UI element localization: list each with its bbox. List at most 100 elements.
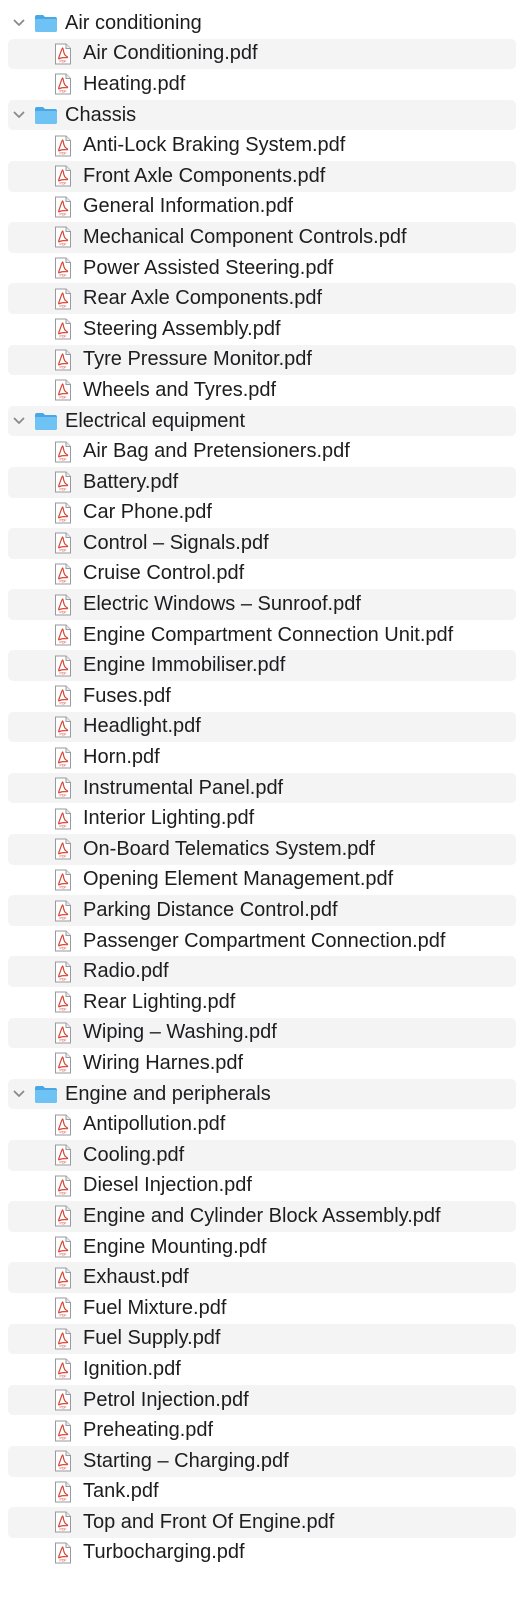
file-row[interactable]: PDF Fuel Supply.pdf bbox=[0, 1323, 526, 1355]
file-row[interactable]: PDF Rear Lighting.pdf bbox=[0, 987, 526, 1018]
file-row[interactable]: PDF Starting – Charging.pdf bbox=[0, 1445, 526, 1477]
pdf-file-icon: PDF bbox=[54, 685, 72, 707]
svg-text:PDF: PDF bbox=[60, 1375, 67, 1379]
file-label: Passenger Compartment Connection.pdf bbox=[83, 929, 446, 952]
file-label: Turbocharging.pdf bbox=[83, 1541, 245, 1564]
folder-icon bbox=[34, 411, 58, 431]
file-row[interactable]: PDF Opening Element Management.pdf bbox=[0, 865, 526, 896]
svg-text:PDF: PDF bbox=[60, 1130, 67, 1134]
pdf-file-icon: PDF bbox=[54, 624, 72, 646]
svg-text:PDF: PDF bbox=[60, 212, 67, 216]
svg-text:PDF: PDF bbox=[60, 1069, 67, 1073]
file-label: Wiping – Washing.pdf bbox=[83, 1021, 277, 1044]
folder-row[interactable]: Air conditioning bbox=[0, 8, 526, 39]
svg-text:PDF: PDF bbox=[60, 1467, 67, 1471]
file-label: Air Conditioning.pdf bbox=[83, 42, 258, 65]
pdf-file-icon: PDF bbox=[54, 257, 72, 279]
file-row[interactable]: PDF Mechanical Component Controls.pdf bbox=[0, 222, 526, 253]
svg-text:PDF: PDF bbox=[60, 396, 67, 400]
file-label: Headlight.pdf bbox=[83, 715, 201, 738]
file-row[interactable]: PDF Petrol Injection.pdf bbox=[0, 1384, 526, 1416]
file-row[interactable]: PDF Preheating.pdf bbox=[0, 1415, 526, 1446]
file-row[interactable]: PDF Instrumental Panel.pdf bbox=[0, 772, 526, 804]
svg-text:PDF: PDF bbox=[60, 702, 67, 706]
file-row[interactable]: PDF Fuses.pdf bbox=[0, 681, 526, 712]
file-row[interactable]: PDF Parking Distance Control.pdf bbox=[0, 895, 526, 926]
folder-icon bbox=[34, 13, 58, 33]
file-row[interactable]: PDF Radio.pdf bbox=[0, 956, 526, 987]
file-row[interactable]: PDF Anti-Lock Braking System.pdf bbox=[0, 130, 526, 161]
file-row[interactable]: PDF Tank.pdf bbox=[0, 1477, 526, 1508]
chevron-down-icon[interactable] bbox=[10, 106, 28, 124]
pdf-file-icon: PDF bbox=[54, 1267, 72, 1289]
svg-text:PDF: PDF bbox=[60, 947, 67, 951]
file-row[interactable]: PDF Engine and Cylinder Block Assembly.pd… bbox=[0, 1201, 526, 1232]
folder-row[interactable]: Chassis bbox=[0, 99, 526, 131]
file-row[interactable]: PDF Rear Axle Components.pdf bbox=[0, 283, 526, 314]
file-row[interactable]: PDF Cooling.pdf bbox=[0, 1139, 526, 1171]
file-row[interactable]: PDF General Information.pdf bbox=[0, 192, 526, 223]
file-row[interactable]: PDF Exhaust.pdf bbox=[0, 1262, 526, 1293]
chevron-down-icon[interactable] bbox=[10, 1085, 28, 1103]
file-row[interactable]: PDF Horn.pdf bbox=[0, 742, 526, 773]
file-row[interactable]: PDF Turbocharging.pdf bbox=[0, 1538, 526, 1569]
file-row[interactable]: PDF Wheels and Tyres.pdf bbox=[0, 375, 526, 406]
file-row[interactable]: PDF Heating.pdf bbox=[0, 69, 526, 100]
file-row[interactable]: PDF Steering Assembly.pdf bbox=[0, 314, 526, 345]
file-label: Cooling.pdf bbox=[83, 1143, 185, 1166]
file-row[interactable]: PDF Fuel Mixture.pdf bbox=[0, 1293, 526, 1324]
file-label: Battery.pdf bbox=[83, 470, 179, 493]
file-label: Opening Element Management.pdf bbox=[83, 868, 394, 891]
file-row[interactable]: PDF Headlight.pdf bbox=[0, 711, 526, 743]
file-row[interactable]: PDF Electric Windows – Sunroof.pdf bbox=[0, 589, 526, 620]
file-row[interactable]: PDF Power Assisted Steering.pdf bbox=[0, 253, 526, 284]
file-row[interactable]: PDF Battery.pdf bbox=[0, 466, 526, 498]
file-row[interactable]: PDF Engine Immobiliser.pdf bbox=[0, 650, 526, 681]
file-row[interactable]: PDF Diesel Injection.pdf bbox=[0, 1171, 526, 1202]
file-label: Horn.pdf bbox=[83, 746, 160, 769]
file-tree: Air conditioning PDF Air Conditioning.pdf P… bbox=[0, 0, 526, 1568]
pdf-file-icon: PDF bbox=[54, 349, 72, 371]
file-row[interactable]: PDF Top and Front Of Engine.pdf bbox=[0, 1507, 526, 1538]
file-label: Tank.pdf bbox=[83, 1480, 159, 1503]
file-row[interactable]: PDF Control – Signals.pdf bbox=[0, 528, 526, 559]
pdf-file-icon: PDF bbox=[54, 1052, 72, 1074]
file-row[interactable]: PDF Car Phone.pdf bbox=[0, 498, 526, 529]
file-label: General Information.pdf bbox=[83, 195, 294, 218]
file-row[interactable]: PDF Front Axle Components.pdf bbox=[0, 160, 526, 192]
file-label: Instrumental Panel.pdf bbox=[83, 776, 284, 799]
file-row[interactable]: PDF Engine Compartment Connection Unit.pd… bbox=[0, 620, 526, 651]
file-row[interactable]: PDF Air Bag and Pretensioners.pdf bbox=[0, 436, 526, 467]
file-row[interactable]: PDF Wiring Harnes.pdf bbox=[0, 1048, 526, 1079]
pdf-file-icon: PDF bbox=[54, 196, 72, 218]
pdf-file-icon: PDF bbox=[54, 379, 72, 401]
folder-row[interactable]: Engine and peripherals bbox=[0, 1078, 526, 1110]
file-row[interactable]: PDF Ignition.pdf bbox=[0, 1354, 526, 1385]
file-row[interactable]: PDF Wiping – Washing.pdf bbox=[0, 1017, 526, 1049]
file-row[interactable]: PDF Engine Mounting.pdf bbox=[0, 1232, 526, 1263]
svg-text:PDF: PDF bbox=[60, 1406, 67, 1410]
file-row[interactable]: PDF Passenger Compartment Connection.pdf bbox=[0, 926, 526, 957]
file-label: Petrol Injection.pdf bbox=[83, 1388, 249, 1411]
file-row[interactable]: PDF Interior Lighting.pdf bbox=[0, 803, 526, 834]
folder-row[interactable]: Electrical equipment bbox=[0, 405, 526, 437]
pdf-file-icon: PDF bbox=[54, 1481, 72, 1503]
file-row[interactable]: PDF Cruise Control.pdf bbox=[0, 559, 526, 590]
svg-text:PDF: PDF bbox=[60, 733, 67, 737]
chevron-down-icon[interactable] bbox=[10, 412, 28, 430]
svg-text:PDF: PDF bbox=[60, 151, 67, 155]
svg-text:PDF: PDF bbox=[60, 59, 67, 63]
pdf-file-icon: PDF bbox=[54, 1328, 72, 1350]
file-label: Fuses.pdf bbox=[83, 684, 171, 707]
file-row[interactable]: PDF Antipollution.pdf bbox=[0, 1109, 526, 1140]
svg-text:PDF: PDF bbox=[60, 1497, 67, 1501]
file-row[interactable]: PDF On-Board Telematics System.pdf bbox=[0, 834, 526, 865]
file-label: Front Axle Components.pdf bbox=[83, 164, 326, 187]
pdf-file-icon: PDF bbox=[54, 1542, 72, 1564]
pdf-file-icon: PDF bbox=[54, 1236, 72, 1258]
file-row[interactable]: PDF Tyre Pressure Monitor.pdf bbox=[0, 344, 526, 376]
chevron-down-icon[interactable] bbox=[10, 14, 28, 32]
pdf-file-icon: PDF bbox=[54, 318, 72, 340]
file-row[interactable]: PDF Air Conditioning.pdf bbox=[0, 38, 526, 70]
file-label: Fuel Mixture.pdf bbox=[83, 1296, 227, 1319]
